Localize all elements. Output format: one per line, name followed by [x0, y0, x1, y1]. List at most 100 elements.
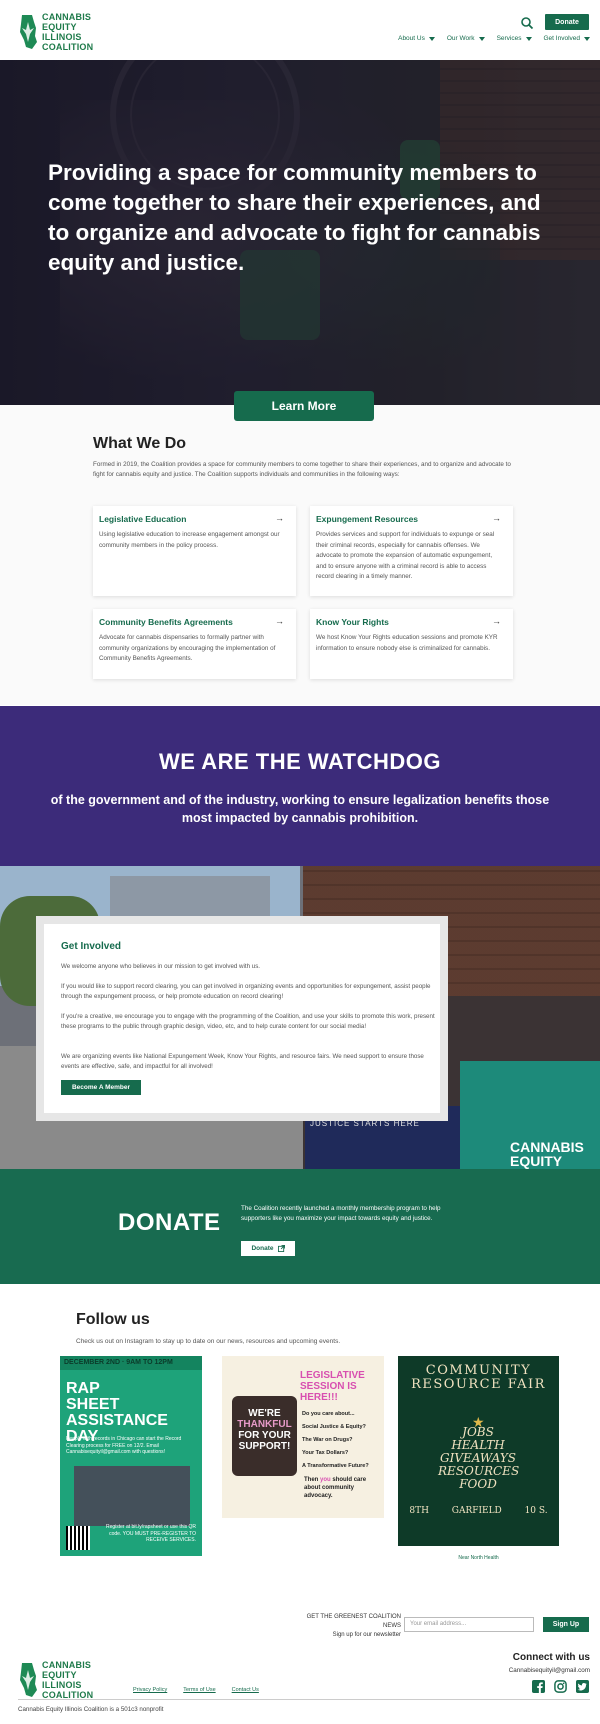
arrow-right-icon: →	[275, 513, 284, 523]
facebook-icon[interactable]	[532, 1680, 545, 1693]
get-involved-title: Get Involved	[61, 941, 122, 952]
card-community-benefits-agreements[interactable]: Community Benefits Agreements → Advocate…	[93, 609, 296, 679]
instagram-post-resource-fair[interactable]: COMMUNITY RESOURCE FAIR ★ JOBS HEALTH GI…	[398, 1356, 559, 1570]
post-question: The War on Drugs?	[302, 1437, 353, 1443]
logo-line: EQUITY	[42, 1670, 77, 1680]
illinois-leaf-icon	[20, 15, 37, 49]
donate-title: DONATE	[118, 1209, 221, 1236]
chevron-down-icon	[525, 36, 532, 41]
card-legislative-education[interactable]: Legislative Education → Using legislativ…	[93, 506, 296, 596]
footer-copyright: Cannabis Equity Illinois Coalition is a …	[18, 1706, 164, 1713]
footer-link-terms[interactable]: Terms of Use	[183, 1687, 215, 1693]
donate-button[interactable]: Donate	[241, 1241, 295, 1256]
footer-link-privacy[interactable]: Privacy Policy	[133, 1687, 167, 1693]
card-title: Expungement Resources	[316, 514, 419, 524]
watchdog-subtitle: of the government and of the industry, w…	[50, 793, 550, 825]
donate-text: The Coalition recently launched a monthl…	[241, 1205, 441, 1222]
post-question: Social Justice & Equity?	[302, 1424, 366, 1430]
nav-item-about-us[interactable]: About Us	[398, 35, 435, 42]
follow-title: Follow us	[76, 1311, 150, 1328]
post-sponsor-bar: Near North Health	[398, 1546, 559, 1570]
footer-logo[interactable]: CANNABIS EQUITY ILLINOIS COALITION	[18, 1660, 93, 1700]
qr-code-icon	[66, 1526, 90, 1550]
post-date: DECEMBER 2ND · 9AM TO 12PM	[60, 1356, 202, 1370]
get-involved-paragraph: We are organizing events like National E…	[61, 1053, 424, 1070]
post-photo	[74, 1466, 190, 1526]
logo-line: ILLINOIS	[42, 1680, 82, 1690]
nav-label: Get Involved	[543, 35, 581, 42]
logo-text: CANNABIS EQUITY ILLINOIS COALITION	[42, 1660, 93, 1700]
chevron-down-icon	[428, 36, 435, 41]
newsletter-label-sub: Sign up for our newsletter	[332, 1632, 401, 1638]
donate-section	[0, 1169, 600, 1284]
newsletter-label: GET THE GREENEST COALITION NEWS Sign up …	[287, 1613, 401, 1640]
card-text: We host Know Your Rights education sessi…	[316, 634, 498, 652]
chevron-down-icon	[478, 36, 485, 41]
connect-title: Connect with us	[512, 1652, 590, 1663]
become-member-button[interactable]: Become A Member	[61, 1080, 141, 1095]
newsletter-email-input[interactable]: Your email address...	[404, 1617, 534, 1632]
twitter-icon[interactable]	[576, 1680, 589, 1693]
card-text: Advocate for cannabis dispensaries to fo…	[99, 634, 276, 662]
post-question: Do you care about...	[302, 1411, 355, 1417]
instagram-post-legislative-session[interactable]: LEGISLATIVE SESSION IS HERE!!! WE'RE THA…	[222, 1356, 384, 1518]
main-nav: About Us Our Work Services Get Involved	[398, 35, 590, 42]
search-icon[interactable]	[520, 16, 534, 30]
logo-line: ILLINOIS	[42, 32, 82, 42]
post-sponsor: Near North Health	[458, 1555, 499, 1561]
follow-text: Check us out on Instagram to stay up to …	[76, 1338, 341, 1345]
hero-heading: Providing a space for community members …	[48, 160, 541, 275]
post-body: People with records in Chicago can start…	[66, 1436, 182, 1455]
get-involved-paragraph: We welcome anyone who believes in our mi…	[61, 963, 261, 970]
header-donate-button[interactable]: Donate	[545, 14, 589, 30]
card-title: Know Your Rights	[316, 617, 389, 627]
what-we-do-title: What We Do	[93, 435, 187, 452]
card-text: Provides services and support for indivi…	[316, 531, 495, 580]
instagram-icon[interactable]	[554, 1680, 567, 1693]
nav-label: About Us	[398, 35, 425, 42]
arrow-right-icon: →	[492, 513, 501, 523]
get-involved-paragraph: If you're a creative, we encourage you t…	[61, 1013, 435, 1030]
post-footer-word: Then	[304, 1477, 319, 1483]
nav-label: Our Work	[446, 35, 475, 42]
card-text: Using legislative education to increase …	[99, 531, 280, 549]
chevron-down-icon	[584, 36, 590, 41]
post-info-item: 8TH	[409, 1506, 429, 1516]
post-footer: Register at bit.ly/rapsheet or use this …	[105, 1524, 196, 1543]
post-quote-line: THANKFUL	[237, 1419, 292, 1430]
card-title: Community Benefits Agreements	[99, 617, 233, 627]
card-know-your-rights[interactable]: Know Your Rights → We host Know Your Rig…	[310, 609, 513, 679]
photo-sign-text: CANNABIS EQUITY	[510, 1140, 584, 1168]
post-info-item: 10 S.	[524, 1506, 548, 1516]
footer-link-contact[interactable]: Contact Us	[232, 1687, 259, 1693]
site-logo[interactable]: CANNABIS EQUITY ILLINOIS COALITION	[18, 12, 93, 52]
post-words: JOBS HEALTH GIVEAWAYS RESOURCES FOOD	[438, 1425, 520, 1491]
photo-sign-line: CANNABIS	[510, 1139, 584, 1155]
footer-divider	[18, 1699, 590, 1700]
photo-sign-line: EQUITY	[510, 1153, 563, 1169]
post-quote-line: WE'RE	[248, 1408, 281, 1419]
post-quote-line: FOR YOUR SUPPORT!	[238, 1430, 291, 1452]
illinois-leaf-icon	[20, 1663, 37, 1697]
nav-item-our-work[interactable]: Our Work	[447, 35, 485, 42]
post-info: 8TH GARFIELD 10 S.	[398, 1506, 559, 1516]
nav-label: Services	[496, 35, 522, 42]
arrow-right-icon: →	[275, 616, 284, 626]
learn-more-button[interactable]: Learn More	[234, 391, 374, 421]
post-question: Your Tax Dollars?	[302, 1450, 349, 1456]
nav-item-get-involved[interactable]: Get Involved	[543, 35, 590, 42]
nav-item-services[interactable]: Services	[497, 35, 532, 42]
hero-banner: Providing a space for community members …	[0, 60, 600, 405]
instagram-post-rap-sheet[interactable]: DECEMBER 2ND · 9AM TO 12PM RAP SHEET ASS…	[60, 1356, 202, 1556]
watchdog-title: WE ARE THE WATCHDOG	[158, 749, 442, 774]
donate-button-label: Donate	[251, 1245, 274, 1252]
site-header: CANNABIS EQUITY ILLINOIS COALITION Donat…	[0, 0, 600, 60]
post-question: A Transformative Future?	[302, 1463, 369, 1469]
get-involved-paragraph: If you would like to support record clea…	[61, 983, 431, 1000]
connect-email[interactable]: Cannabisequityil@gmail.com	[470, 1667, 590, 1674]
newsletter-signup-button[interactable]: Sign Up	[543, 1617, 589, 1632]
logo-text: CANNABIS EQUITY ILLINOIS COALITION	[42, 12, 93, 52]
arrow-right-icon: →	[492, 616, 501, 626]
card-expungement-resources[interactable]: Expungement Resources → Provides service…	[310, 506, 513, 596]
external-link-icon	[277, 1245, 285, 1252]
